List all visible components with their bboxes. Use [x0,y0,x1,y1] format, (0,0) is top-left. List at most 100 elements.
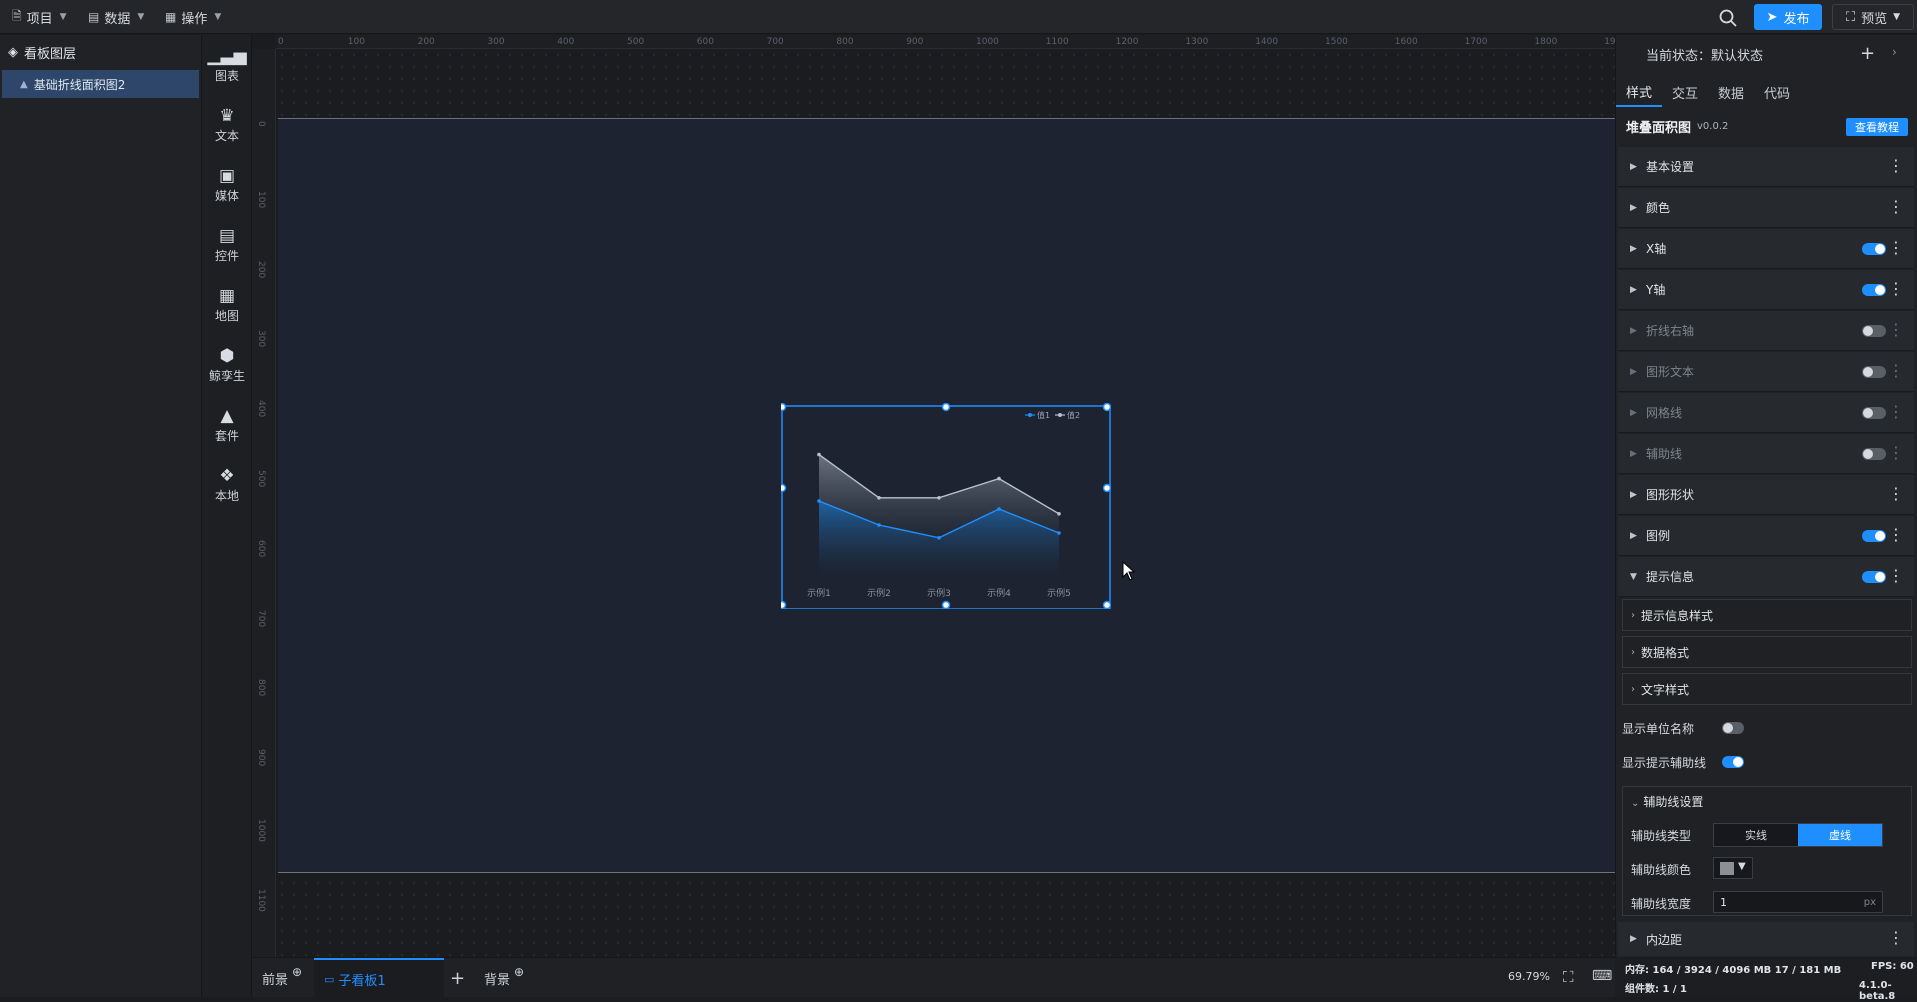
tool-text[interactable]: ♛ 文本 [202,107,252,144]
tutorial-button[interactable]: 查看教程 [1846,118,1908,136]
subsection-text-style[interactable]: › 文字样式 [1622,673,1912,705]
component-count: 组件数: 1 / 1 [1625,984,1688,995]
guide-settings-header[interactable]: ⌄ 辅助线设置 [1631,793,1703,810]
section-toggle[interactable] [1862,407,1886,419]
section-toggle[interactable] [1862,243,1886,255]
menu-operation-label: 操作 [181,11,208,27]
zoom-level[interactable]: 69.79% [1508,970,1550,983]
tool-chart[interactable]: ▁▃▅ 图表 [202,47,252,84]
guide-color-picker[interactable]: ▼ [1713,857,1753,879]
tool-twin[interactable]: ⬢ 鲸孪生 [202,347,252,384]
chevron-down-icon: ▼ [214,12,222,22]
section-6[interactable]: ▶ 网格线 ⋮ [1618,393,1914,433]
ruler-tick-label: 1000 [256,819,266,842]
guide-type-dashed[interactable]: 虚线 [1798,824,1882,846]
section-label: 网格线 [1646,406,1683,420]
more-icon[interactable]: ⋮ [1888,362,1904,380]
tool-local[interactable]: ❖ 本地 [202,467,252,504]
section-toggle[interactable] [1862,571,1886,583]
section-1[interactable]: ▶ 颜色 ⋮ [1618,188,1914,228]
tab-background[interactable]: 背景 ⊕ [484,958,524,998]
tool-media[interactable]: ▣ 媒体 [202,167,252,204]
tab-sub-board[interactable]: ▭ 子看板1 [314,958,444,998]
subsection-data-format[interactable]: › 数据格式 [1622,636,1912,668]
show-unit-toggle[interactable] [1722,722,1744,734]
more-icon[interactable]: ⋮ [1888,403,1904,421]
stacked-area-chart[interactable]: 示例1 示例2 示例3 示例4 示例5 值1 值2 [777,402,1112,610]
publish-button[interactable]: ➤ 发布 [1754,4,1822,30]
subsection-label: 文字样式 [1641,682,1690,697]
tool-map[interactable]: ▦ 地图 [202,287,252,324]
layer-item[interactable]: ▲ 基础折线面积图2 [2,70,199,98]
caret-right-icon: ▶ [1630,448,1637,459]
section-3[interactable]: ▶ Y轴 ⋮ [1618,270,1914,310]
tab-style[interactable]: 样式 [1616,77,1663,107]
section-padding-label: 内边距 [1646,932,1683,947]
add-state-icon[interactable]: + [1860,43,1875,64]
add-board-button[interactable]: + [450,958,465,998]
tool-kit[interactable]: ▲ 套件 [202,407,252,444]
more-icon[interactable]: ⋮ [1888,157,1904,175]
tab-foreground[interactable]: 前景 ⊕ [262,958,302,998]
guide-width-input[interactable]: 1 px [1713,891,1883,913]
menu-data[interactable]: ▤ 数据 ▼ [88,0,144,34]
section-label: 图例 [1646,529,1671,543]
guide-color-label: 辅助线颜色 [1631,863,1692,877]
section-toggle[interactable] [1862,530,1886,542]
guide-type-solid[interactable]: 实线 [1714,824,1798,846]
tab-code[interactable]: 代码 [1754,77,1800,107]
tab-data[interactable]: 数据 [1708,77,1754,107]
fullscreen-icon: ⛶ [1845,9,1856,25]
add-circle-icon[interactable]: ⊕ [292,965,302,979]
tool-map-label: 地图 [214,309,239,323]
more-icon[interactable]: ⋮ [1888,929,1904,947]
tool-kit-label: 套件 [214,429,239,443]
preview-button[interactable]: ⛶ 预览 ▼ [1832,4,1914,30]
section-2[interactable]: ▶ X轴 ⋮ [1618,229,1914,269]
section-toggle[interactable] [1862,325,1886,337]
chart-selection[interactable]: 示例1 示例2 示例3 示例4 示例5 值1 值2 [777,402,1112,610]
more-icon[interactable]: ⋮ [1888,198,1904,216]
chevron-right-icon[interactable]: › [1892,45,1897,59]
section-10[interactable]: ▼ 提示信息 ⋮ [1618,557,1914,597]
more-icon[interactable]: ⋮ [1888,444,1904,462]
more-icon[interactable]: ⋮ [1888,526,1904,544]
section-label: 提示信息 [1646,570,1695,584]
resize-handle [941,402,951,412]
subsection-tooltip-style[interactable]: › 提示信息样式 [1622,599,1912,631]
search-icon[interactable] [1718,8,1738,28]
fit-screen-icon[interactable]: ⛶ [1563,968,1574,986]
section-toggle[interactable] [1862,284,1886,296]
keyboard-icon[interactable]: ⌨ [1592,968,1612,984]
more-icon[interactable]: ⋮ [1888,567,1904,585]
file-icon: 🗎 [12,8,22,23]
grid-icon: ▦ [165,10,177,24]
guide-type-label: 辅助线类型 [1631,829,1692,843]
more-icon[interactable]: ⋮ [1888,321,1904,339]
section-4[interactable]: ▶ 折线右轴 ⋮ [1618,311,1914,351]
section-5[interactable]: ▶ 图形文本 ⋮ [1618,352,1914,392]
section-8[interactable]: ▶ 图形形状 ⋮ [1618,475,1914,515]
section-7[interactable]: ▶ 辅助线 ⋮ [1618,434,1914,474]
menu-project[interactable]: 🗎 项目 ▼ [12,0,67,34]
section-label: 颜色 [1646,201,1671,215]
add-circle-icon[interactable]: ⊕ [514,965,524,979]
section-toggle[interactable] [1862,448,1886,460]
menu-operation[interactable]: ▦ 操作 ▼ [165,0,221,34]
more-icon[interactable]: ⋮ [1888,239,1904,257]
section-9[interactable]: ▶ 图例 ⋮ [1618,516,1914,556]
layers-title: 看板图层 [24,47,77,62]
cursor-icon [1122,560,1136,585]
tab-interaction[interactable]: 交互 [1662,77,1708,107]
show-guide-toggle[interactable] [1722,756,1744,768]
more-icon[interactable]: ⋮ [1888,280,1904,298]
more-icon[interactable]: ⋮ [1888,485,1904,503]
tool-control[interactable]: ▤ 控件 [202,227,252,264]
guide-settings-title: 辅助线设置 [1643,795,1704,809]
guide-width-label: 辅助线宽度 [1631,897,1692,911]
tool-text-label: 文本 [214,129,239,143]
section-toggle[interactable] [1862,366,1886,378]
section-padding[interactable]: ▶ 内边距 ⋮ [1618,922,1914,956]
section-0[interactable]: ▶ 基本设置 ⋮ [1618,147,1914,187]
guide-settings: ⌄ 辅助线设置 辅助线类型 实线 虚线 辅助线颜色 ▼ 辅助线宽度 1 px [1622,786,1912,916]
